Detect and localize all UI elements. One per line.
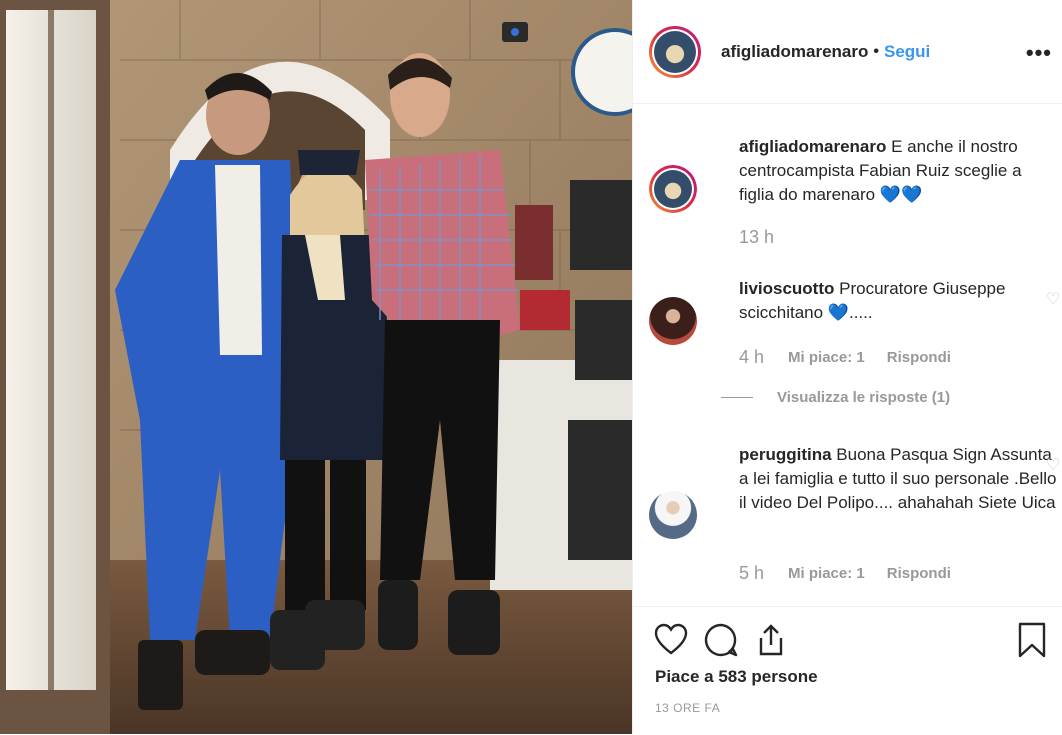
caption-avatar[interactable]	[649, 165, 697, 213]
separator-dot: •	[873, 42, 879, 60]
commenter-avatar[interactable]	[649, 491, 697, 539]
heart-icon[interactable]	[653, 622, 689, 658]
bookmark-icon[interactable]	[1016, 622, 1048, 658]
caption-body: afigliadomarenaro E anche il nostro cent…	[739, 135, 1059, 207]
action-icons	[653, 622, 789, 658]
author-avatar[interactable]	[649, 25, 701, 78]
likes-count[interactable]: Piace a 583 persone	[655, 667, 818, 687]
caption-username[interactable]: afigliadomarenaro	[739, 137, 886, 156]
post-photo-illustration	[0, 0, 632, 734]
comment-body: livioscuotto Procuratore Giuseppe scicch…	[739, 277, 1059, 325]
comment-icon[interactable]	[703, 622, 739, 658]
view-replies-button[interactable]: Visualizza le risposte (1)	[721, 389, 950, 406]
caption-meta: 13 h	[739, 227, 798, 248]
reply-button[interactable]: Rispondi	[887, 565, 951, 582]
post-photo[interactable]	[0, 0, 632, 734]
comments-list: afigliadomarenaro E anche il nostro cent…	[633, 105, 1062, 605]
comment-username[interactable]: peruggitina	[739, 445, 832, 464]
author-username[interactable]: afigliadomarenaro	[721, 42, 868, 62]
comment-meta: 5 h Mi piace: 1 Rispondi	[739, 563, 973, 584]
more-icon[interactable]: •••	[1026, 40, 1052, 66]
comment-like-icon[interactable]: ♡	[1046, 455, 1062, 474]
comment-username[interactable]: livioscuotto	[739, 279, 834, 298]
comment-time[interactable]: 5 h	[739, 563, 764, 584]
commenter-avatar[interactable]	[649, 297, 697, 345]
post-header: afigliadomarenaro • Segui •••	[633, 0, 1062, 104]
share-icon[interactable]	[753, 622, 789, 658]
comment-body: peruggitina Buona Pasqua Sign Assunta a …	[739, 443, 1059, 515]
comment-likes[interactable]: Mi piace: 1	[788, 349, 865, 366]
post-sidebar: afigliadomarenaro • Segui ••• afigliadom…	[632, 0, 1062, 734]
post-actions: Piace a 583 persone 13 ORE FA	[633, 606, 1062, 735]
post-timestamp[interactable]: 13 ORE FA	[655, 701, 720, 715]
view-replies-label: Visualizza le risposte (1)	[777, 389, 951, 406]
comment-meta: 4 h Mi piace: 1 Rispondi	[739, 347, 973, 368]
comment-time[interactable]: 4 h	[739, 347, 764, 368]
follow-button[interactable]: Segui	[884, 42, 930, 62]
reply-button[interactable]: Rispondi	[887, 349, 951, 366]
caption-time[interactable]: 13 h	[739, 227, 774, 248]
replies-line	[721, 397, 753, 398]
comment-like-icon[interactable]: ♡	[1046, 289, 1062, 308]
comment-likes[interactable]: Mi piace: 1	[788, 565, 865, 582]
